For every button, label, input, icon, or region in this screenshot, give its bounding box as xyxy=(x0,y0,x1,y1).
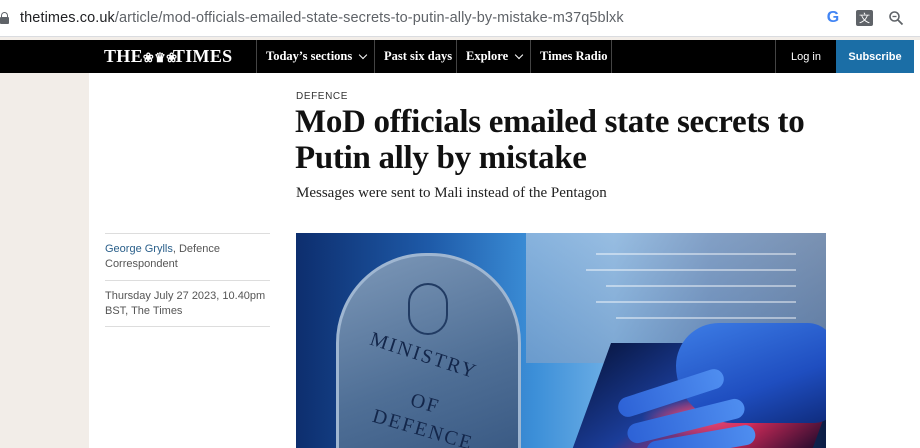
nav-item-label: Today’s sections xyxy=(266,49,353,63)
chevron-down-icon xyxy=(514,50,524,59)
zoom-icon[interactable] xyxy=(886,8,906,28)
times-logo[interactable]: THE❀♛❀TIMES xyxy=(104,46,232,67)
byline: George Grylls, Defence Correspondent xyxy=(105,233,270,280)
url-text[interactable]: thetimes.co.uk/article/mod-officials-ema… xyxy=(20,10,624,26)
nav-past-six-days[interactable]: Past six days xyxy=(374,40,456,73)
url-host: thetimes.co.uk xyxy=(20,10,115,26)
article-standfirst: Messages were sent to Mali instead of th… xyxy=(296,185,607,201)
chevron-down-icon xyxy=(359,50,368,59)
login-button[interactable]: Log in xyxy=(775,40,836,73)
section-label[interactable]: DEFENCE xyxy=(296,91,348,102)
site-nav: THE❀♛❀TIMES Today’s sections Past six da… xyxy=(0,40,920,73)
nav-todays-sections[interactable]: Today’s sections xyxy=(256,40,374,73)
logo-text-right: TIMES xyxy=(172,46,233,66)
publish-date: Thursday July 27 2023, 10.40pm BST, The … xyxy=(105,280,270,327)
nav-edge xyxy=(914,40,920,73)
address-bar-actions: G 文 xyxy=(823,8,906,28)
nav-explore[interactable]: Explore xyxy=(456,40,530,73)
logo-text-left: THE xyxy=(104,46,143,66)
sign-crest-icon xyxy=(408,283,448,335)
subscribe-button[interactable]: Subscribe xyxy=(836,40,914,73)
url-path: /article/mod-officials-emailed-state-sec… xyxy=(114,10,624,26)
nav-item-label: Times Radio xyxy=(540,49,608,63)
nav-item-label: Explore xyxy=(466,49,509,63)
google-icon[interactable]: G xyxy=(823,8,843,28)
translate-icon[interactable]: 文 xyxy=(856,10,873,26)
article-hero-image: MINISTRY OF DEFENCE xyxy=(296,233,826,448)
address-bar[interactable]: thetimes.co.uk/article/mod-officials-ema… xyxy=(0,0,920,37)
nav-times-radio[interactable]: Times Radio xyxy=(530,40,612,73)
crest-icon: ❀♛❀ xyxy=(142,50,178,65)
author-name-link[interactable]: George Grylls xyxy=(105,243,173,255)
lock-icon[interactable] xyxy=(0,12,9,24)
article-headline: MoD officials emailed state secrets to P… xyxy=(295,104,805,176)
nav-item-label: Past six days xyxy=(384,49,453,63)
